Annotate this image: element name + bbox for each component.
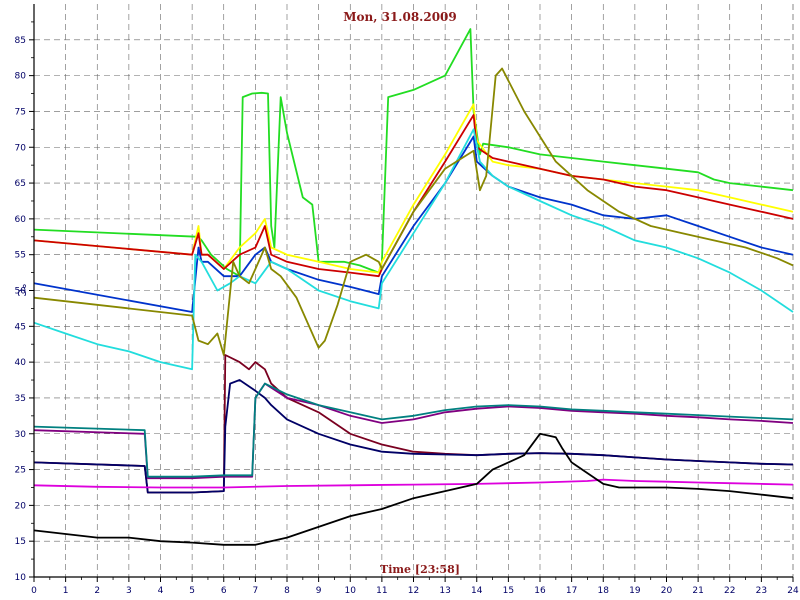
x-tick-label-13: 13 xyxy=(439,586,450,596)
line-chart: 0 1 2 3 4 5 6 7 8 9 10 11 12 13 14 15 16 17 18 19 20 21 22 23 24… xyxy=(0,0,800,600)
y-tick-label-80: 80 xyxy=(15,72,27,82)
y-tick-label-10: 10 xyxy=(15,573,27,583)
x-tick-label-1: 1 xyxy=(63,586,69,596)
y-tick-label-45: 45 xyxy=(15,322,26,332)
x-tick-label-22: 22 xyxy=(724,586,735,596)
y-tick-label-15: 15 xyxy=(15,537,26,547)
x-tick-label-11: 11 xyxy=(376,586,387,596)
y-tick-label-75: 75 xyxy=(15,107,26,117)
chart-background xyxy=(0,0,800,600)
y-tick-label-65: 65 xyxy=(15,179,26,189)
x-tick-label-17: 17 xyxy=(566,586,577,596)
x-tick-label-24: 24 xyxy=(787,586,799,596)
y-tick-label-55: 55 xyxy=(15,251,26,261)
y-tick-label-40: 40 xyxy=(15,358,27,368)
x-tick-label-20: 20 xyxy=(661,586,673,596)
y-axis-label: °C xyxy=(15,283,28,297)
x-tick-label-8: 8 xyxy=(284,586,290,596)
chart: 0 1 2 3 4 5 6 7 8 9 10 11 12 13 14 15 16 17 18 19 20 21 22 23 24… xyxy=(0,0,800,600)
x-tick-label-0: 0 xyxy=(31,586,37,596)
x-tick-label-3: 3 xyxy=(126,586,132,596)
y-tick-label-25: 25 xyxy=(15,466,26,476)
x-axis-label: Time [23:58] xyxy=(380,563,460,576)
y-tick-label-35: 35 xyxy=(15,394,26,404)
x-tick-label-7: 7 xyxy=(253,586,259,596)
x-tick-label-23: 23 xyxy=(756,586,767,596)
x-tick-label-14: 14 xyxy=(471,586,483,596)
x-tick-label-10: 10 xyxy=(345,586,357,596)
x-tick-label-12: 12 xyxy=(408,586,419,596)
x-tick-label-19: 19 xyxy=(629,586,641,596)
y-tick-label-60: 60 xyxy=(15,215,27,225)
x-tick-label-18: 18 xyxy=(598,586,610,596)
x-tick-label-15: 15 xyxy=(503,586,514,596)
y-tick-label-85: 85 xyxy=(15,36,26,46)
x-tick-label-21: 21 xyxy=(692,586,703,596)
x-tick-label-2: 2 xyxy=(94,586,100,596)
y-tick-label-20: 20 xyxy=(15,501,27,511)
x-tick-label-9: 9 xyxy=(316,586,322,596)
x-tick-label-16: 16 xyxy=(534,586,546,596)
chart-title: Mon, 31.08.2009 xyxy=(343,10,457,24)
x-tick-label-6: 6 xyxy=(221,586,227,596)
x-tick-label-5: 5 xyxy=(189,586,195,596)
y-tick-label-30: 30 xyxy=(15,430,27,440)
y-tick-label-70: 70 xyxy=(15,143,27,153)
x-tick-label-4: 4 xyxy=(158,586,164,596)
